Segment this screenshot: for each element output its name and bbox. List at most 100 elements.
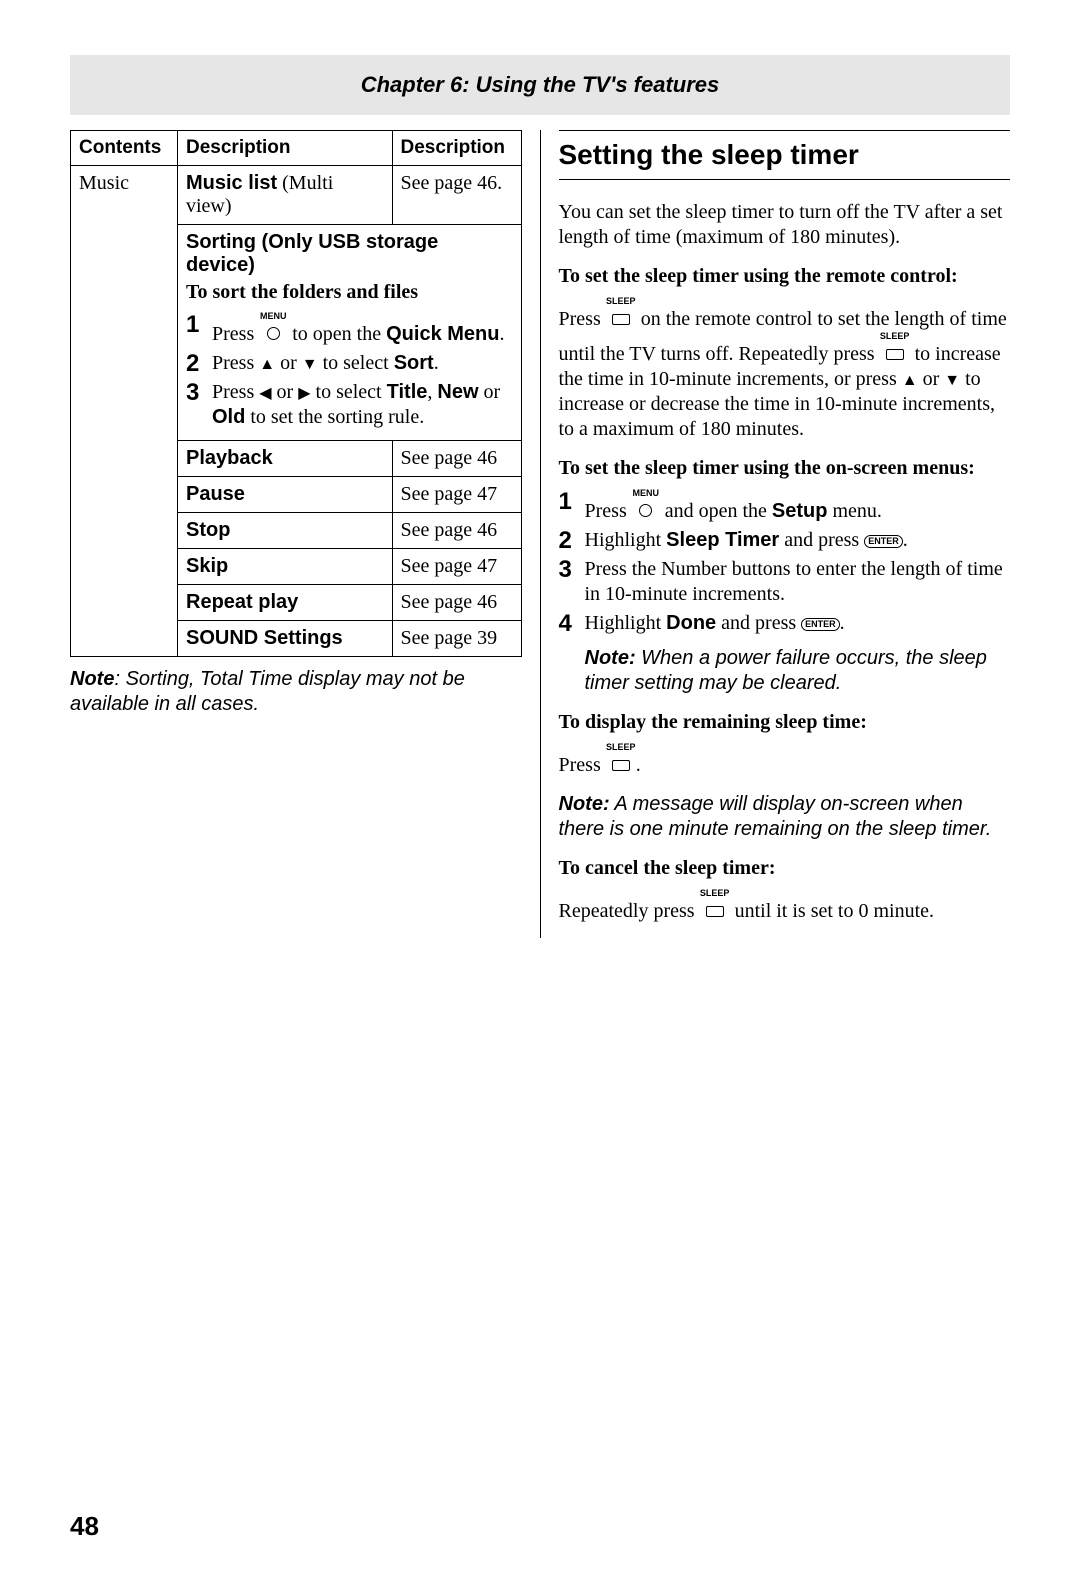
step1-d: . <box>499 323 504 345</box>
th-description-2: Description <box>392 131 521 166</box>
sleep-icon: SLEEP <box>606 743 636 778</box>
subhead-cancel: To cancel the sleep timer: <box>559 856 1011 881</box>
note-one-minute: Note: A message will display on-screen w… <box>559 792 1011 842</box>
section-title: Setting the sleep timer <box>559 139 859 170</box>
step3-c: to select <box>311 381 387 403</box>
step3-e: , <box>427 381 437 403</box>
sort-step-2: 2 Press ▲ or ▼ to select Sort. <box>186 351 513 376</box>
enter-icon: ENTER <box>864 535 903 548</box>
step3-old: Old <box>212 406 245 428</box>
enter-icon: ENTER <box>801 618 840 631</box>
th-contents: Contents <box>71 131 178 166</box>
note1-rest: When a power failure occurs, the sleep t… <box>585 647 987 694</box>
cancel-paragraph: Repeatedly press SLEEP until it is set t… <box>559 889 1011 924</box>
m2-a: Highlight <box>585 529 667 551</box>
triangle-right-icon: ▶ <box>298 385 310 402</box>
step2-e: . <box>434 352 439 374</box>
left-column: Contents Description Description Music M… <box>70 130 540 938</box>
cell-contents-music: Music <box>71 166 178 657</box>
step-number: 1 <box>559 489 585 514</box>
sleep-icon: SLEEP <box>880 332 910 367</box>
row-ref: See page 46 <box>392 441 521 477</box>
page-number: 48 <box>70 1511 99 1542</box>
m4-c: and press <box>716 612 801 634</box>
row-label: Skip <box>178 549 393 585</box>
step2-c: to select <box>318 352 394 374</box>
sort-step-3: 3 Press ◀ or ▶ to select Title, New or O… <box>186 380 513 430</box>
menu-step-3: 3 Press the Number buttons to enter the … <box>559 557 1011 607</box>
step-number: 3 <box>186 380 212 405</box>
m1-d: menu. <box>827 500 881 522</box>
th-description-1: Description <box>178 131 393 166</box>
m1-b: and open the <box>660 500 772 522</box>
step3-i: to set the sorting rule. <box>245 406 424 428</box>
row-ref: See page 39 <box>392 621 521 657</box>
menu-icon: MENU <box>259 312 287 347</box>
sleep-icon-label: SLEEP <box>880 332 910 341</box>
row-ref: See page 46 <box>392 585 521 621</box>
step3-new: New <box>437 381 478 403</box>
right-column: Setting the sleep timer You can set the … <box>541 130 1011 938</box>
menu-icon-label: MENU <box>259 312 287 321</box>
step-number: 2 <box>186 351 212 376</box>
left-note: Note: Sorting, Total Time display may no… <box>70 667 522 717</box>
cancel-a: Repeatedly press <box>559 900 700 922</box>
note2-rest: A message will display on-screen when th… <box>559 793 992 840</box>
note-power-failure: Note: When a power failure occurs, the s… <box>585 646 1011 696</box>
display-paragraph: Press SLEEP. <box>559 743 1011 778</box>
triangle-down-icon: ▼ <box>302 356 318 373</box>
chapter-title: Chapter 6: Using the TV's features <box>361 72 720 98</box>
step-number: 4 <box>559 611 585 636</box>
menu-icon: MENU <box>632 489 660 524</box>
sleep-icon-label: SLEEP <box>606 743 636 752</box>
step3-title: Title <box>387 381 428 403</box>
music-table: Contents Description Description Music M… <box>70 130 522 657</box>
row-label: Repeat play <box>178 585 393 621</box>
left-note-rest: : Sorting, Total Time display may not be… <box>70 668 465 715</box>
cell-sorting: Sorting (Only USB storage device) To sor… <box>178 225 522 441</box>
sleep-icon: SLEEP <box>606 297 636 332</box>
row-label: Playback <box>178 441 393 477</box>
menu-icon-label: MENU <box>632 489 660 498</box>
sleep-icon-label: SLEEP <box>700 889 730 898</box>
m4-done: Done <box>666 612 716 634</box>
step-number: 3 <box>559 557 585 582</box>
step3-b: or <box>272 381 299 403</box>
sleep-icon: SLEEP <box>700 889 730 924</box>
step3-g: or <box>479 381 501 403</box>
step1-a: Press <box>212 323 259 345</box>
cell-music-list-ref: See page 46. <box>392 166 521 225</box>
triangle-left-icon: ◀ <box>259 385 271 402</box>
subhead-menus: To set the sleep timer using the on-scre… <box>559 456 1011 481</box>
remote-paragraph: Press SLEEP on the remote control to set… <box>559 297 1011 442</box>
m2-sleeptimer: Sleep Timer <box>666 529 779 551</box>
triangle-up-icon: ▲ <box>259 356 275 373</box>
triangle-down-icon: ▼ <box>944 372 960 389</box>
step1-b: to open the <box>287 323 386 345</box>
sorting-heading: Sorting (Only USB storage device) <box>186 231 513 277</box>
sorting-subhead: To sort the folders and files <box>186 281 513 304</box>
display-b: . <box>636 754 641 776</box>
m2-d: . <box>903 529 908 551</box>
step3-a: Press <box>212 381 259 403</box>
m1-setup: Setup <box>772 500 828 522</box>
step2-b: or <box>275 352 302 374</box>
cell-music-list: Music list (Multi view) <box>178 166 393 225</box>
step1-quickmenu: Quick Menu <box>386 323 499 345</box>
intro-paragraph: You can set the sleep timer to turn off … <box>559 200 1011 250</box>
row-ref: See page 47 <box>392 549 521 585</box>
step-number: 1 <box>186 312 212 337</box>
sleep-icon-label: SLEEP <box>606 297 636 306</box>
row-ref: See page 47 <box>392 477 521 513</box>
m4-d: . <box>840 612 845 634</box>
m1-a: Press <box>585 500 632 522</box>
menu-step-4: 4 Highlight Done and press ENTER. <box>559 611 1011 636</box>
note1-bold: Note: <box>585 647 636 669</box>
note2-bold: Note: <box>559 793 610 815</box>
row-ref: See page 46 <box>392 513 521 549</box>
subhead-remote: To set the sleep timer using the remote … <box>559 264 1011 289</box>
music-list-bold: Music list <box>186 172 277 194</box>
chapter-header-bar: Chapter 6: Using the TV's features <box>70 55 1010 115</box>
row-label: Pause <box>178 477 393 513</box>
left-note-bold: Note <box>70 668 114 690</box>
